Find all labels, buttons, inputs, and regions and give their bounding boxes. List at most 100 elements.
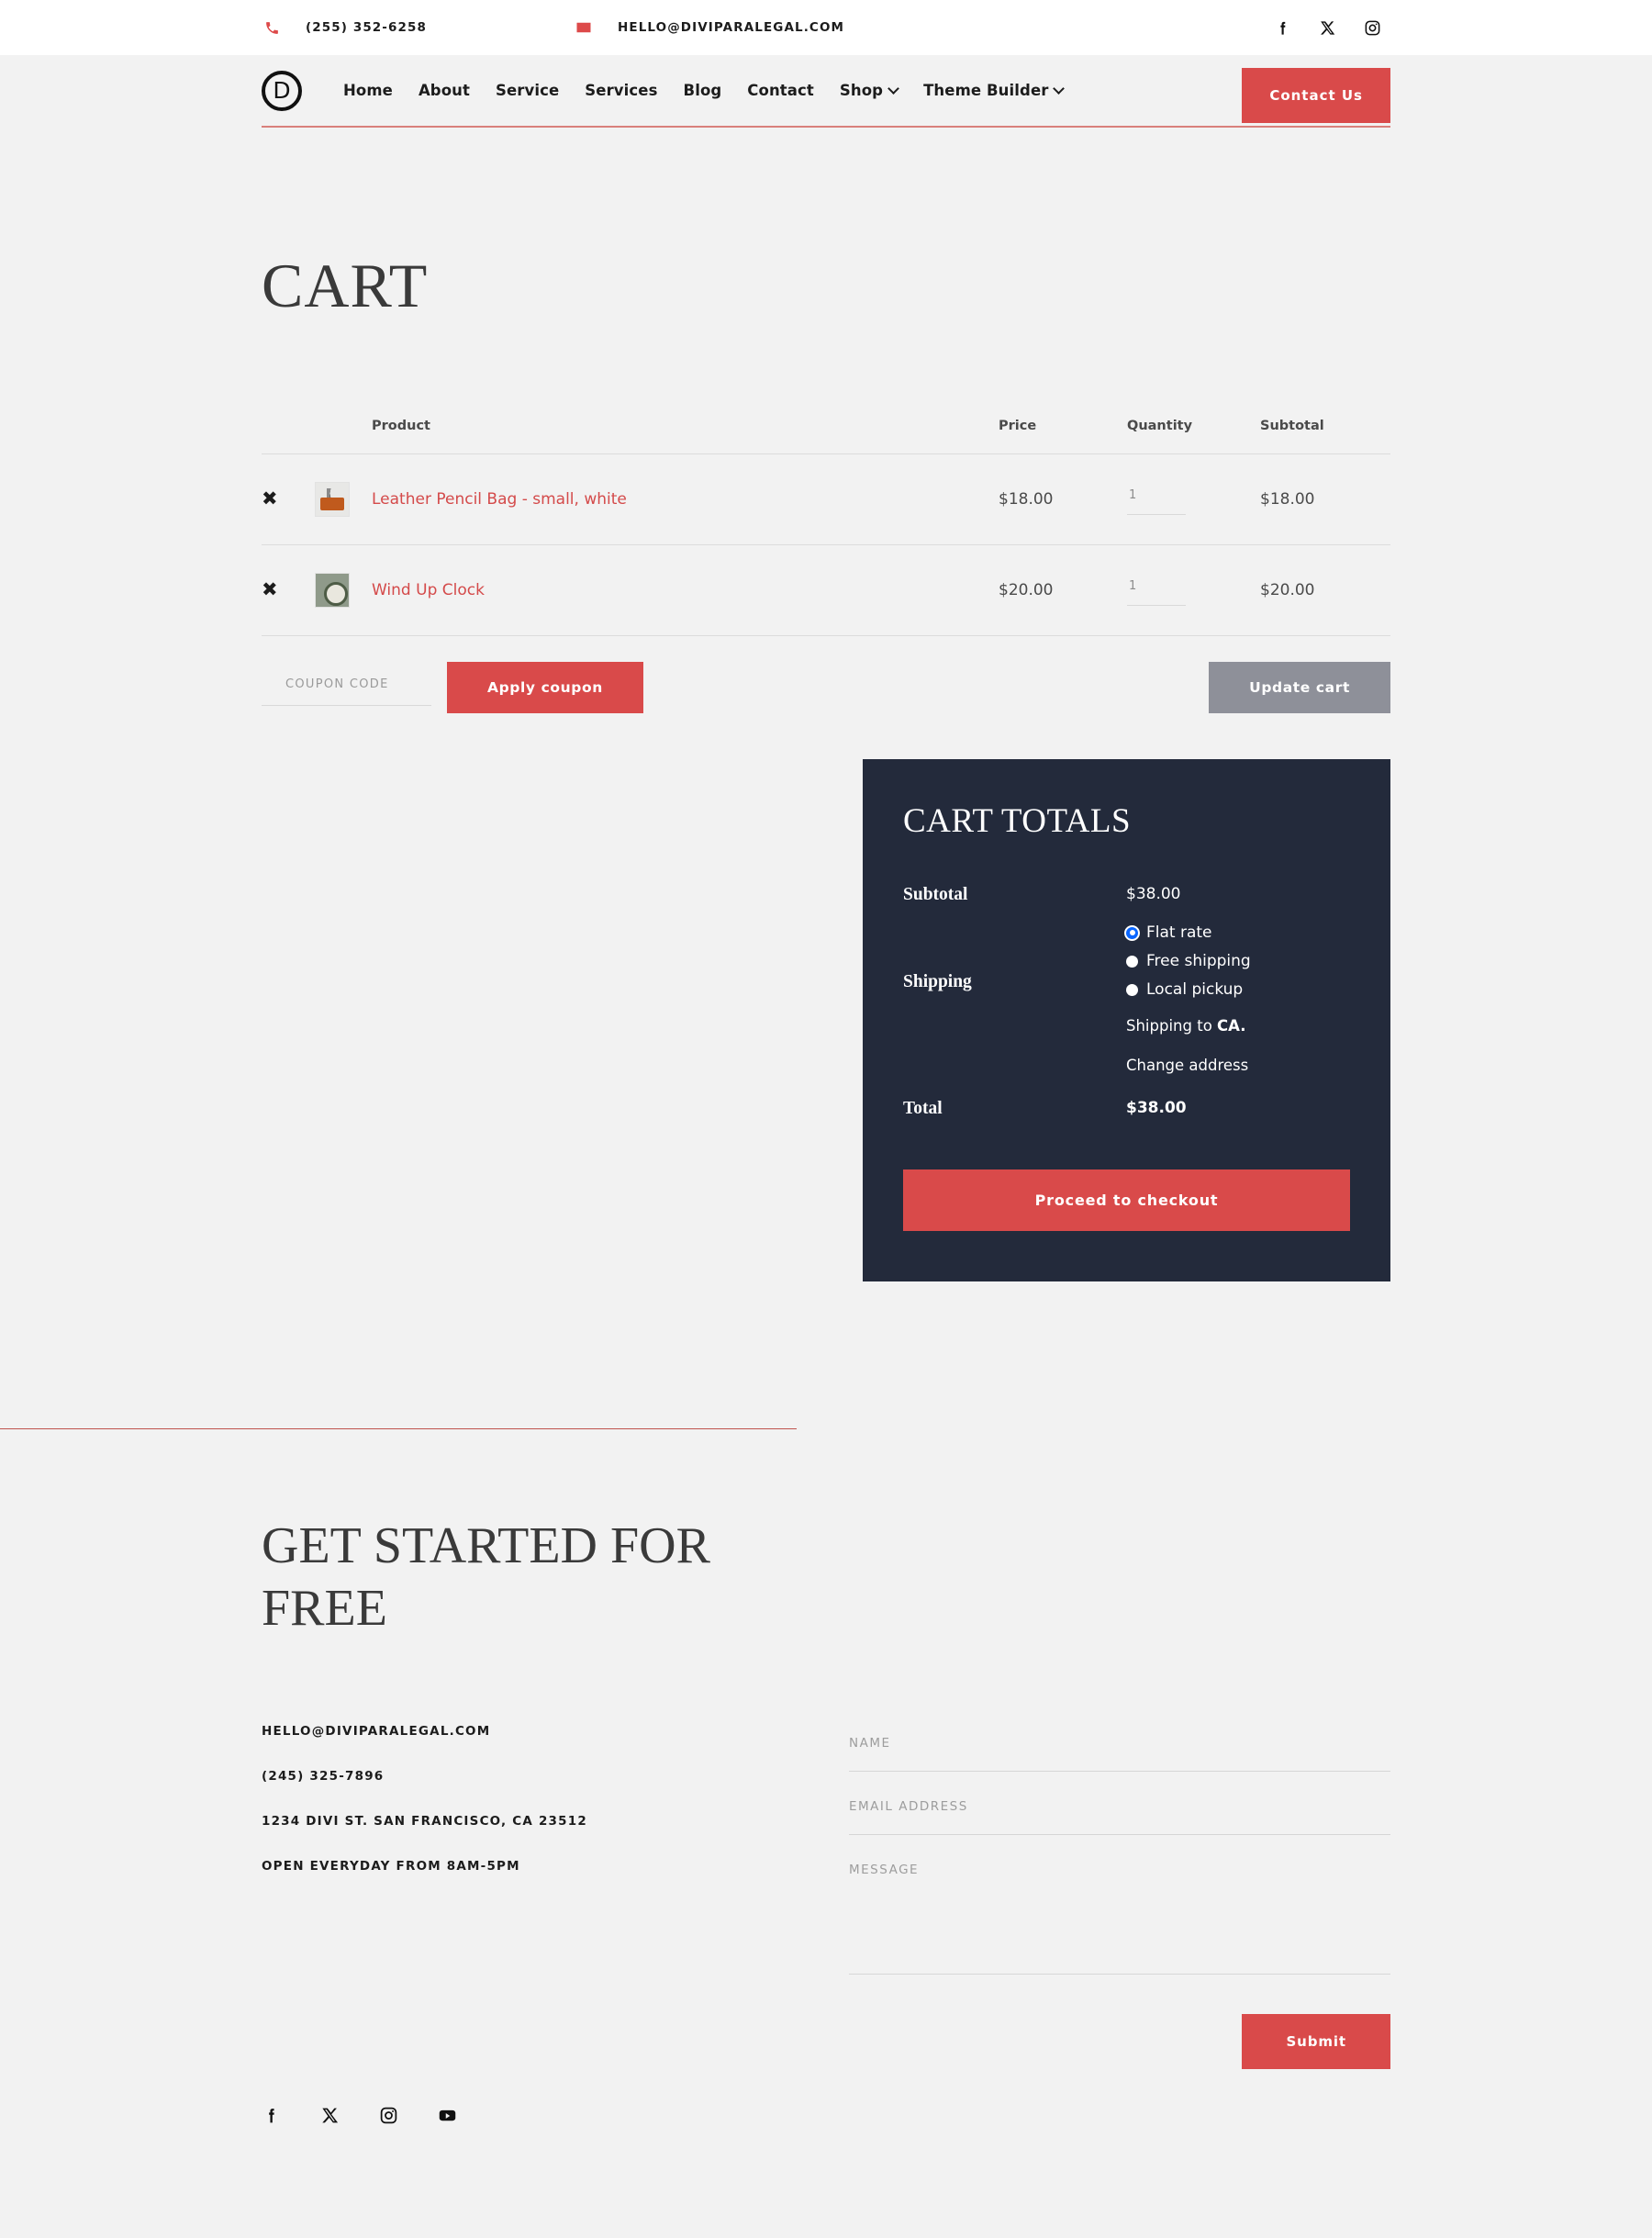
page-title: CART: [262, 251, 429, 320]
coupon-row: Apply coupon Update cart: [262, 662, 1390, 713]
instagram-icon[interactable]: [1364, 19, 1381, 37]
section-divider: [0, 1427, 797, 1429]
nav-label: Shop: [839, 82, 884, 99]
header-quantity: Quantity: [1127, 419, 1193, 433]
remove-item-button[interactable]: ✖: [262, 487, 278, 509]
chevron-down-icon: [889, 84, 898, 93]
cell-product: Leather Pencil Bag - small, white: [372, 454, 999, 545]
radio-icon[interactable]: [1126, 955, 1138, 968]
contact-us-button[interactable]: Contact Us: [1242, 68, 1390, 123]
name-field[interactable]: [849, 1732, 1390, 1773]
table-row: ✖ Wind Up Clock $20.00 $20.00: [262, 544, 1390, 636]
topbar-email[interactable]: HELLO@DIVIPARALEGAL.COM: [574, 17, 844, 38]
topbar-social-links: [1274, 19, 1381, 37]
contact-form: Submit: [849, 1724, 1390, 2070]
shipping-destination-note: Shipping to CA.: [1126, 1014, 1251, 1038]
shipping-options: Flat rate Free shipping Local pickup: [1126, 923, 1251, 999]
navigation-wrapper: D Home About Service Services Blog Conta…: [0, 55, 1652, 128]
cell-price: $18.00: [999, 490, 1054, 509]
product-link[interactable]: Leather Pencil Bag - small, white: [372, 490, 627, 509]
cart-header-row: Product Price Quantity Subtotal: [262, 419, 1390, 454]
leather-pencil-bag-thumbnail[interactable]: [315, 482, 350, 517]
cart-table-head: Product Price Quantity Subtotal: [262, 419, 1390, 454]
message-field[interactable]: [849, 1859, 1390, 1975]
nav-label: Home: [343, 82, 393, 99]
shipping-option-local-pickup[interactable]: Local pickup: [1126, 980, 1251, 999]
cell-price: $20.00: [999, 581, 1054, 599]
envelope-icon: [574, 17, 594, 38]
nav-item-home[interactable]: Home: [343, 82, 393, 99]
totals-subtotal-row: Subtotal $38.00: [903, 885, 1350, 905]
topbar-phone[interactable]: (255) 352-6258: [262, 17, 427, 38]
shipping-options-group: Flat rate Free shipping Local pickup Shi…: [1126, 923, 1251, 1079]
topbar-phone-text: (255) 352-6258: [306, 20, 427, 35]
coupon-input[interactable]: [262, 669, 431, 706]
cart-table: Product Price Quantity Subtotal ✖ Leathe…: [262, 419, 1390, 636]
quantity-stepper[interactable]: [1127, 575, 1186, 606]
subtotal-value: $38.00: [1126, 885, 1181, 903]
footer-social-links: [262, 2106, 1390, 2212]
youtube-icon[interactable]: [438, 2106, 457, 2125]
change-address-link[interactable]: Change address: [1126, 1054, 1251, 1078]
update-cart-button[interactable]: Update cart: [1209, 662, 1390, 713]
proceed-to-checkout-button[interactable]: Proceed to checkout: [903, 1169, 1350, 1231]
cell-product: Wind Up Clock: [372, 545, 999, 636]
cell-quantity: [1127, 545, 1260, 636]
nav-label: About: [418, 82, 470, 99]
footer-cta-section: GET STARTED FOR FREE HELLO@DIVIPARALEGAL…: [0, 1515, 1652, 2213]
nav-item-services[interactable]: Services: [585, 82, 657, 99]
wind-up-clock-thumbnail[interactable]: [315, 573, 350, 608]
radio-icon[interactable]: [1126, 983, 1138, 996]
radio-selected-icon[interactable]: [1126, 926, 1138, 939]
header-price: Price: [999, 419, 1037, 433]
product-link[interactable]: Wind Up Clock: [372, 581, 485, 599]
cell-quantity: [1127, 454, 1260, 545]
cell-remove: ✖: [262, 454, 315, 545]
shipping-option-flat-rate[interactable]: Flat rate: [1126, 923, 1251, 942]
shipping-option-free-shipping[interactable]: Free shipping: [1126, 952, 1251, 970]
nav-item-shop[interactable]: Shop: [840, 82, 898, 99]
site-logo[interactable]: D: [262, 70, 302, 111]
nav-item-blog[interactable]: Blog: [684, 82, 722, 99]
shipping-label: Shipping: [903, 972, 972, 991]
nav-label: Theme Builder: [923, 82, 1049, 99]
chevron-down-icon: [1055, 84, 1063, 93]
remove-item-button[interactable]: ✖: [262, 578, 278, 600]
email-field[interactable]: [849, 1796, 1390, 1836]
nav-item-theme-builder[interactable]: Theme Builder: [923, 82, 1063, 99]
nav-menu: Home About Service Services Blog Contact…: [343, 82, 1063, 99]
total-label: Total: [903, 1098, 943, 1118]
cell-thumbnail: [315, 545, 372, 636]
nav-label: Contact: [747, 82, 814, 99]
quantity-stepper[interactable]: [1127, 484, 1186, 515]
cart-totals-zone: CART TOTALS Subtotal $38.00 Shipping Fla…: [262, 759, 1390, 1428]
totals-shipping-row: Shipping Flat rate Free shipping Local p…: [903, 923, 1350, 1079]
shipping-option-label: Local pickup: [1146, 980, 1244, 999]
contact-phone[interactable]: (245) 325-7896: [262, 1769, 849, 1784]
submit-button[interactable]: Submit: [1242, 2014, 1390, 2070]
facebook-icon[interactable]: [262, 2106, 281, 2125]
subtotal-label: Subtotal: [903, 885, 968, 904]
cell-remove: ✖: [262, 545, 315, 636]
contact-hours: OPEN EVERYDAY FROM 8AM-5PM: [262, 1859, 520, 1874]
top-contact-bar: (255) 352-6258 HELLO@DIVIPARALEGAL.COM: [0, 0, 1652, 55]
apply-coupon-button[interactable]: Apply coupon: [447, 662, 643, 713]
cart-totals-panel: CART TOTALS Subtotal $38.00 Shipping Fla…: [863, 759, 1390, 1281]
shipping-to-region: CA.: [1217, 1017, 1246, 1035]
contact-email[interactable]: HELLO@DIVIPARALEGAL.COM: [262, 1724, 849, 1739]
contact-address: 1234 DIVI ST. SAN FRANCISCO, CA 23512: [262, 1814, 587, 1830]
cart-totals-heading: CART TOTALS: [903, 802, 1132, 840]
phone-icon: [262, 17, 282, 38]
facebook-icon[interactable]: [1274, 19, 1291, 37]
header-subtotal: Subtotal: [1260, 419, 1324, 433]
x-twitter-icon[interactable]: [1319, 19, 1336, 37]
nav-item-about[interactable]: About: [419, 82, 470, 99]
cell-subtotal: $20.00: [1260, 581, 1315, 599]
nav-label: Blog: [683, 82, 722, 99]
instagram-icon[interactable]: [379, 2106, 398, 2125]
totals-left-spacer: [262, 759, 863, 1281]
nav-item-contact[interactable]: Contact: [747, 82, 814, 99]
nav-item-service[interactable]: Service: [496, 82, 559, 99]
header-product: Product: [372, 419, 430, 433]
x-twitter-icon[interactable]: [320, 2106, 340, 2125]
